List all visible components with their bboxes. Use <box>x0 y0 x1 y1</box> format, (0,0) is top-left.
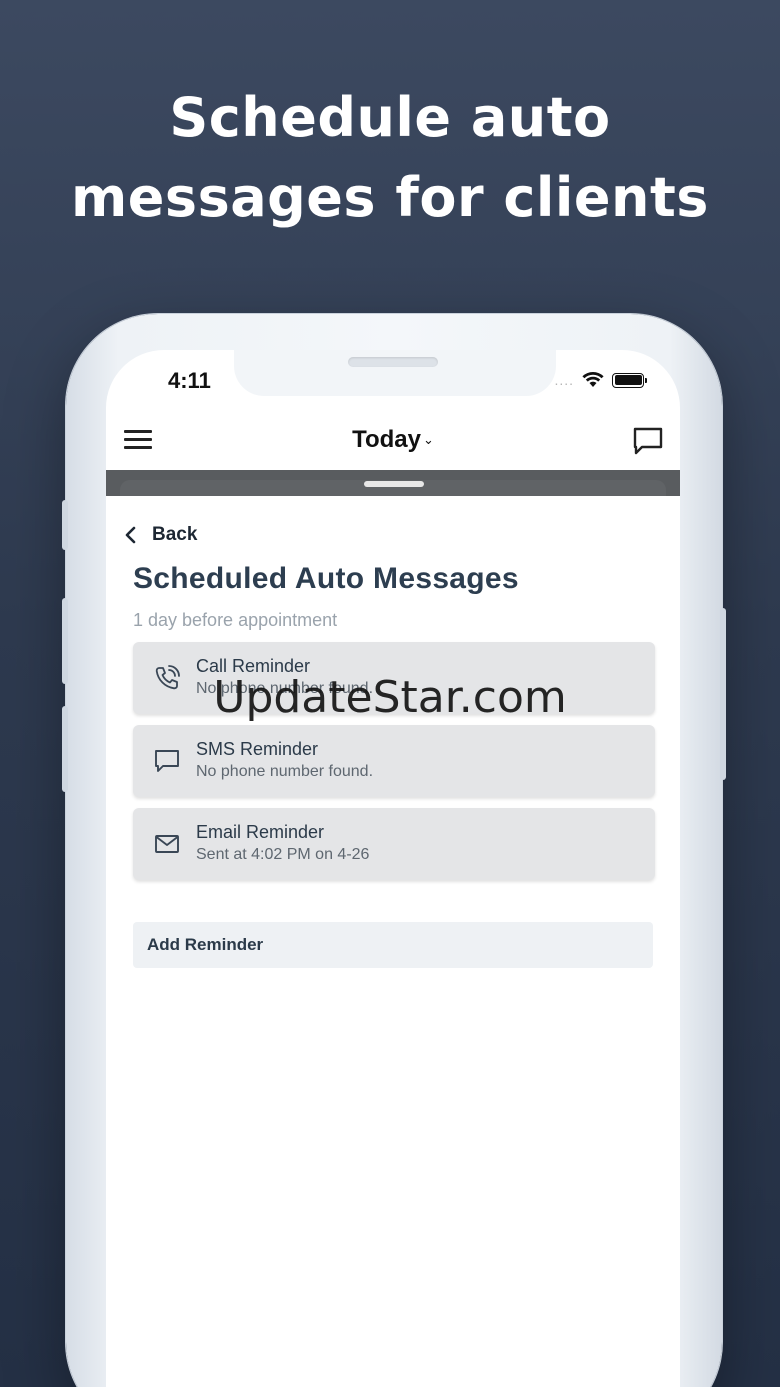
add-reminder-button[interactable]: Add Reminder <box>133 922 653 968</box>
add-reminder-label: Add Reminder <box>147 935 264 954</box>
headline-line-2: messages for clients <box>71 166 709 229</box>
phone-side-button <box>62 500 68 550</box>
date-selector[interactable]: Today ⌄ <box>106 426 680 454</box>
headline: Schedule auto messages for clients <box>0 78 780 238</box>
back-button[interactable]: Back <box>124 524 197 546</box>
email-icon <box>155 835 179 853</box>
battery-icon <box>612 372 647 388</box>
signal-dots: .... <box>554 372 574 388</box>
chevron-down-icon: ⌄ <box>423 432 434 447</box>
navbar: Today ⌄ <box>106 418 680 470</box>
watermark: UpdateStar.com <box>213 672 567 723</box>
speaker-grille <box>348 357 438 367</box>
reminder-title: Email Reminder <box>196 822 325 842</box>
reminder-card-email[interactable]: Email Reminder Sent at 4:02 PM on 4-26 <box>133 808 655 880</box>
back-label: Back <box>152 524 198 545</box>
phone-notch <box>234 350 556 396</box>
phone-screen: 4:11 .... Today ⌄ Back Scheduled Auto Mes… <box>106 350 680 1387</box>
scheduled-messages-sheet: Back Scheduled Auto Messages 1 day befor… <box>106 496 680 1387</box>
reminder-card-sms[interactable]: SMS Reminder No phone number found. <box>133 725 655 797</box>
chevron-left-icon <box>125 526 136 544</box>
status-time: 4:11 <box>168 368 211 393</box>
timing-subtitle: 1 day before appointment <box>133 610 338 630</box>
reminder-detail: Sent at 4:02 PM on 4-26 <box>196 846 370 863</box>
page-title: Scheduled Auto Messages <box>133 562 519 595</box>
reminder-title: SMS Reminder <box>196 739 319 759</box>
status-icons: .... <box>554 372 647 388</box>
nav-title: Today <box>352 426 421 453</box>
sheet-drag-handle[interactable] <box>364 481 424 487</box>
headline-line-1: Schedule auto <box>169 86 611 149</box>
wifi-icon <box>582 372 604 387</box>
chat-bubble-icon[interactable] <box>632 426 664 456</box>
message-icon <box>155 750 179 772</box>
reminder-detail: No phone number found. <box>196 763 374 780</box>
